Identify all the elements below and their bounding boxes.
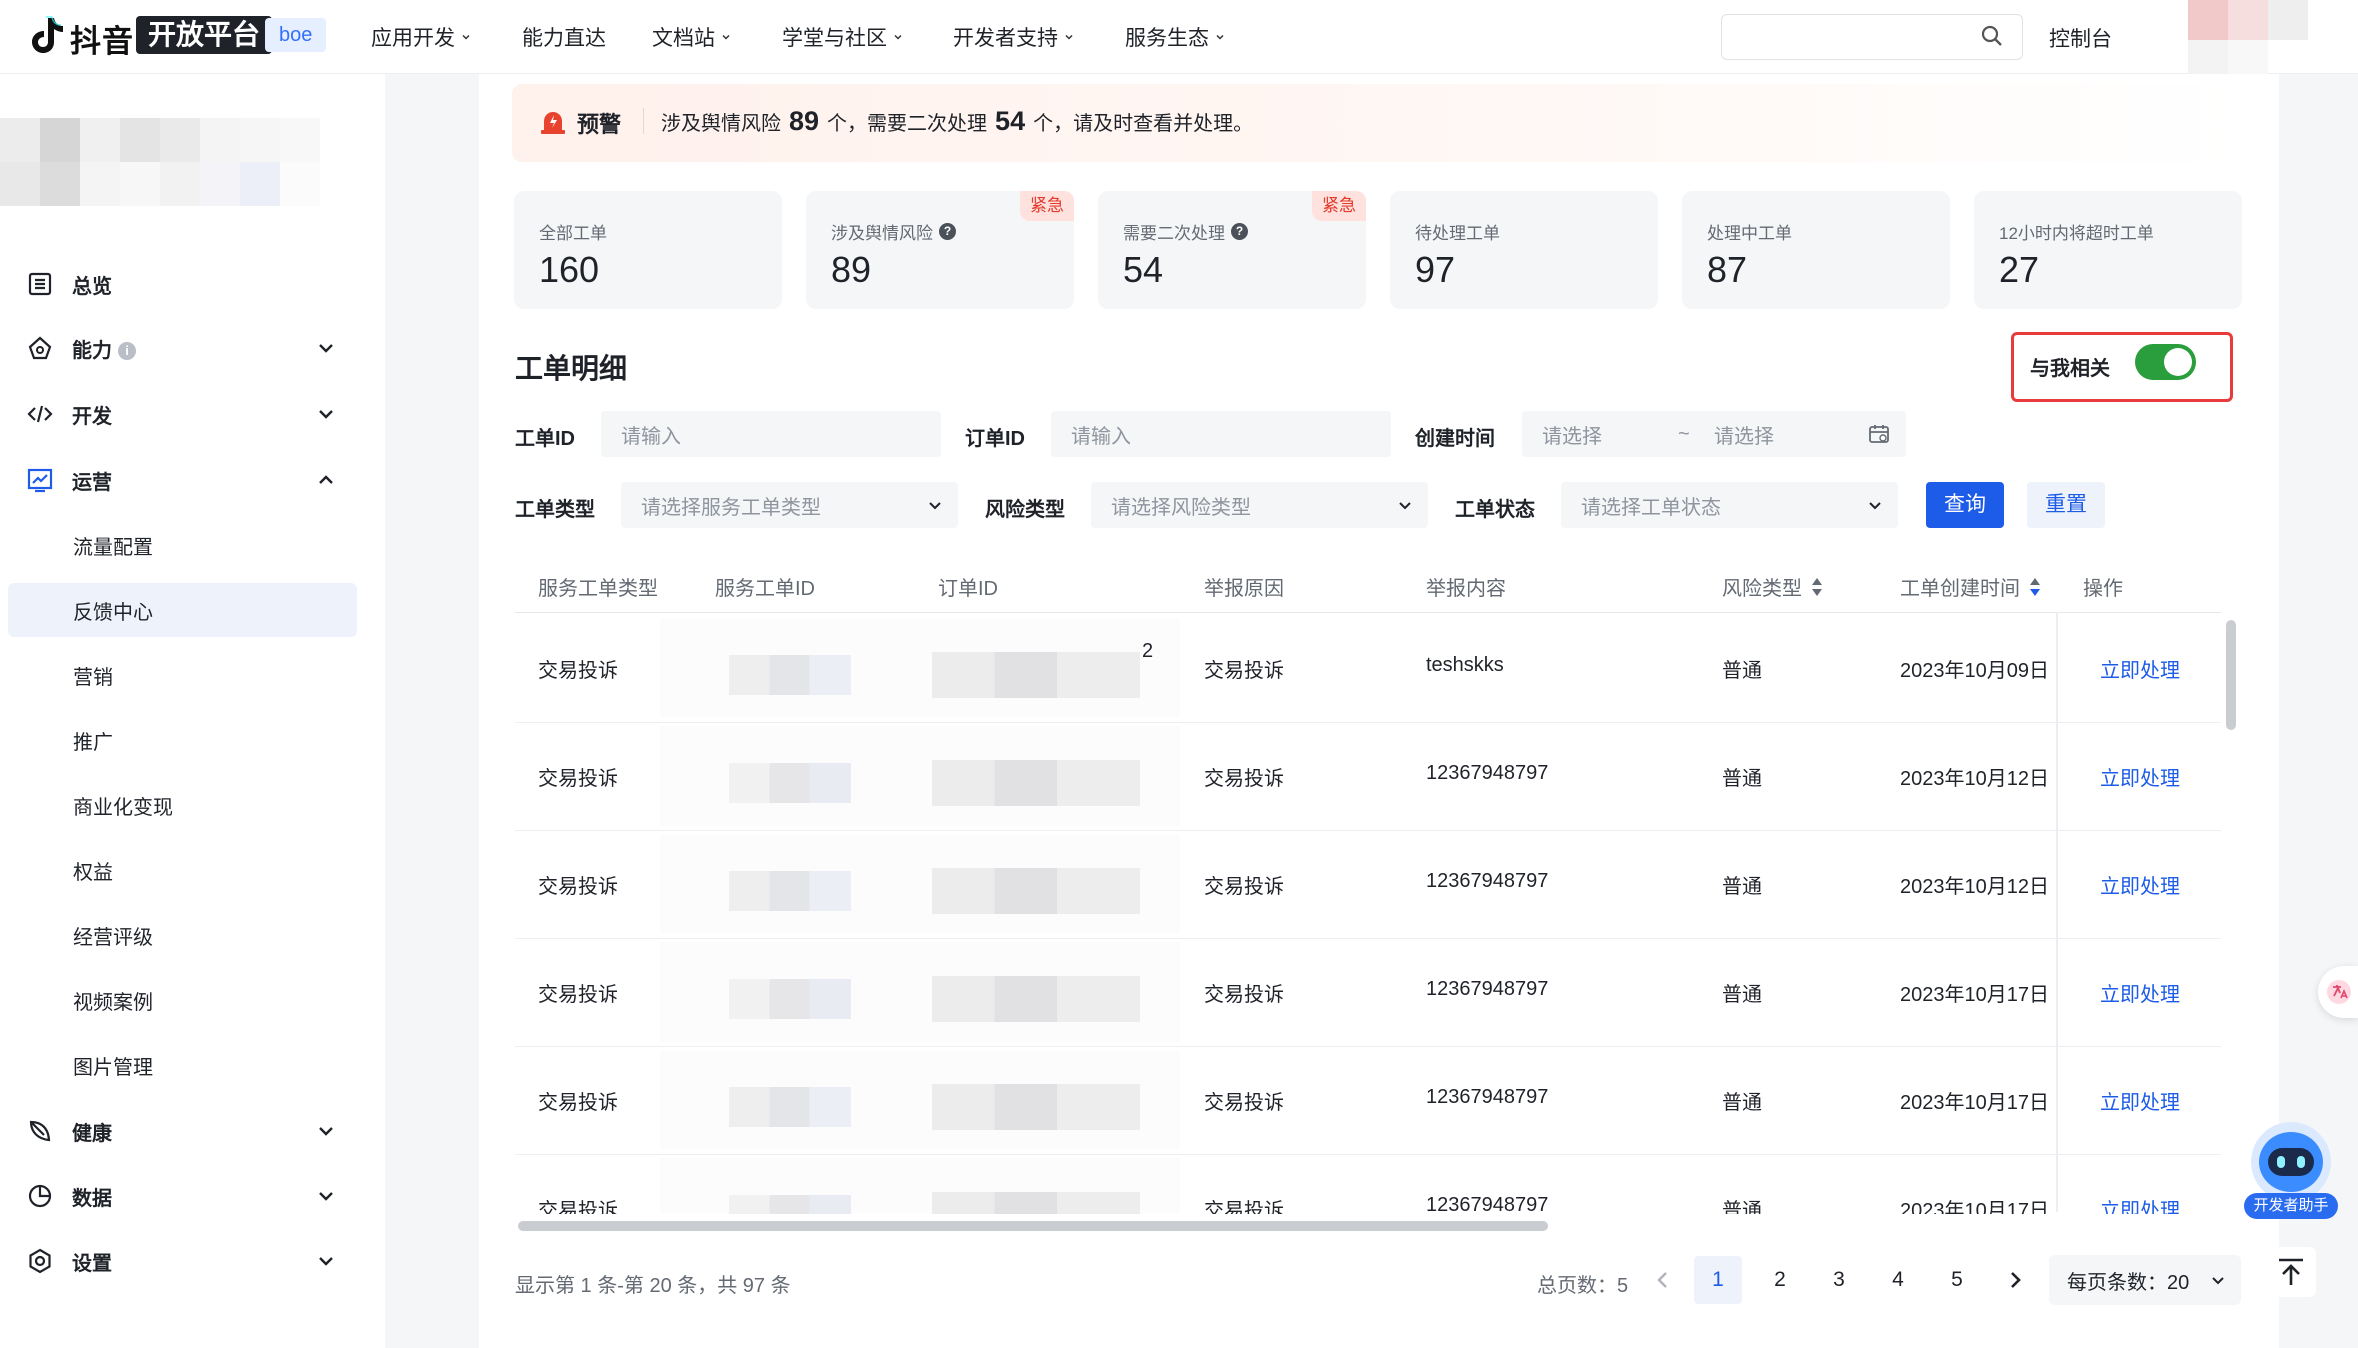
settings-icon xyxy=(29,1248,51,1274)
cell-report-reason: 交易投诉 xyxy=(1204,768,1284,790)
redacted-order-id xyxy=(932,976,1140,1022)
chevron-down-icon xyxy=(2212,1277,2224,1285)
cell-report-reason: 交易投诉 xyxy=(1204,660,1284,682)
row-divider xyxy=(515,722,2221,723)
cell-report-reason: 交易投诉 xyxy=(1204,984,1284,1006)
process-now-link[interactable]: 立即处理 xyxy=(2100,978,2180,1007)
process-now-link[interactable]: 立即处理 xyxy=(2100,654,2180,683)
cell-created-time: 2023年10月17日 xyxy=(1900,1092,2049,1114)
redacted-ticket-id xyxy=(729,871,851,911)
page-size-label: 每页条数：20 xyxy=(2067,1271,2190,1294)
page-3-button[interactable]: 3 xyxy=(1815,1256,1863,1304)
cell-created-time: 2023年10月17日 xyxy=(1900,984,2049,1006)
cell-report-reason: 交易投诉 xyxy=(1204,1200,1284,1214)
redacted-order-id xyxy=(932,760,1140,806)
cell-created-time: 2023年10月09日 xyxy=(1900,660,2049,682)
cell-report-reason: 交易投诉 xyxy=(1204,1092,1284,1114)
page-2-button[interactable]: 2 xyxy=(1756,1256,1804,1304)
sidebar-item-label: 设置 xyxy=(72,1252,112,1275)
redacted-ticket-id xyxy=(729,1087,851,1127)
cell-ticket-type: 交易投诉 xyxy=(538,1200,618,1214)
pagination-summary: 显示第 1 条-第 20 条，共 97 条 xyxy=(515,1275,791,1297)
cell-ticket-type: 交易投诉 xyxy=(538,1092,618,1114)
redacted-ticket-id xyxy=(729,1195,851,1214)
cell-risk-type: 普通 xyxy=(1722,1200,1762,1214)
cell-created-time: 2023年10月12日 xyxy=(1900,768,2049,790)
cell-created-time: 2023年10月17日 xyxy=(1900,1200,2049,1214)
page-4-button[interactable]: 4 xyxy=(1874,1256,1922,1304)
cell-order-id-suffix: 2 xyxy=(1142,640,1154,662)
redacted-order-id xyxy=(932,1084,1140,1130)
cell-report-content: teshskks xyxy=(1426,654,1504,676)
total-pages: 总页数：5 xyxy=(1537,1275,1629,1297)
fixed-column-divider xyxy=(2056,612,2058,1212)
cell-report-content: 12367948797 xyxy=(1426,762,1549,784)
table-body: 交易投诉 交易投诉 teshskks 普通 2023年10月09日 立即处理 2 交易投诉 交易… xyxy=(0,0,2358,1214)
redacted-ticket-id xyxy=(729,979,851,1019)
chevron-left-icon[interactable] xyxy=(1651,1268,1675,1292)
row-divider xyxy=(515,1154,2221,1155)
process-now-link[interactable]: 立即处理 xyxy=(2100,1086,2180,1115)
cell-risk-type: 普通 xyxy=(1722,768,1762,790)
process-now-link[interactable]: 立即处理 xyxy=(2100,870,2180,899)
process-now-link[interactable]: 立即处理 xyxy=(2100,762,2180,791)
cell-ticket-type: 交易投诉 xyxy=(538,984,618,1006)
cell-report-content: 12367948797 xyxy=(1426,1194,1549,1214)
chevron-down-icon xyxy=(319,1257,333,1266)
cell-risk-type: 普通 xyxy=(1722,1092,1762,1114)
cell-report-content: 12367948797 xyxy=(1426,1086,1549,1108)
page-size-select[interactable]: 每页条数：20 xyxy=(2049,1255,2241,1305)
back-to-top-icon[interactable] xyxy=(2266,1247,2316,1297)
cell-risk-type: 普通 xyxy=(1722,984,1762,1006)
chevron-right-icon[interactable] xyxy=(2003,1268,2027,1292)
redacted-ticket-id xyxy=(729,655,851,695)
process-now-link[interactable]: 立即处理 xyxy=(2100,1194,2180,1214)
cell-report-content: 12367948797 xyxy=(1426,978,1549,1000)
cell-ticket-type: 交易投诉 xyxy=(538,768,618,790)
cell-created-time: 2023年10月12日 xyxy=(1900,876,2049,898)
redacted-order-id xyxy=(932,652,1140,698)
cell-ticket-type: 交易投诉 xyxy=(538,876,618,898)
row-divider xyxy=(515,938,2221,939)
redacted-order-id xyxy=(932,868,1140,914)
cell-report-reason: 交易投诉 xyxy=(1204,876,1284,898)
cell-ticket-type: 交易投诉 xyxy=(538,660,618,682)
row-divider xyxy=(515,830,2221,831)
redacted-ticket-id xyxy=(729,763,851,803)
cell-risk-type: 普通 xyxy=(1722,660,1762,682)
row-divider xyxy=(515,1046,2221,1047)
redacted-order-id xyxy=(932,1192,1140,1214)
translate-icon xyxy=(2327,980,2351,1004)
page-5-button[interactable]: 5 xyxy=(1933,1256,1981,1304)
vertical-scrollbar[interactable] xyxy=(2226,620,2236,730)
page-1-button[interactable]: 1 xyxy=(1694,1256,1742,1304)
cell-risk-type: 普通 xyxy=(1722,876,1762,898)
sidebar-item-settings[interactable]: 设置 xyxy=(0,1234,360,1288)
cell-report-content: 12367948797 xyxy=(1426,870,1549,892)
developer-assistant-label[interactable]: 开发者助手 xyxy=(2244,1193,2338,1219)
horizontal-scrollbar[interactable] xyxy=(518,1221,1548,1231)
